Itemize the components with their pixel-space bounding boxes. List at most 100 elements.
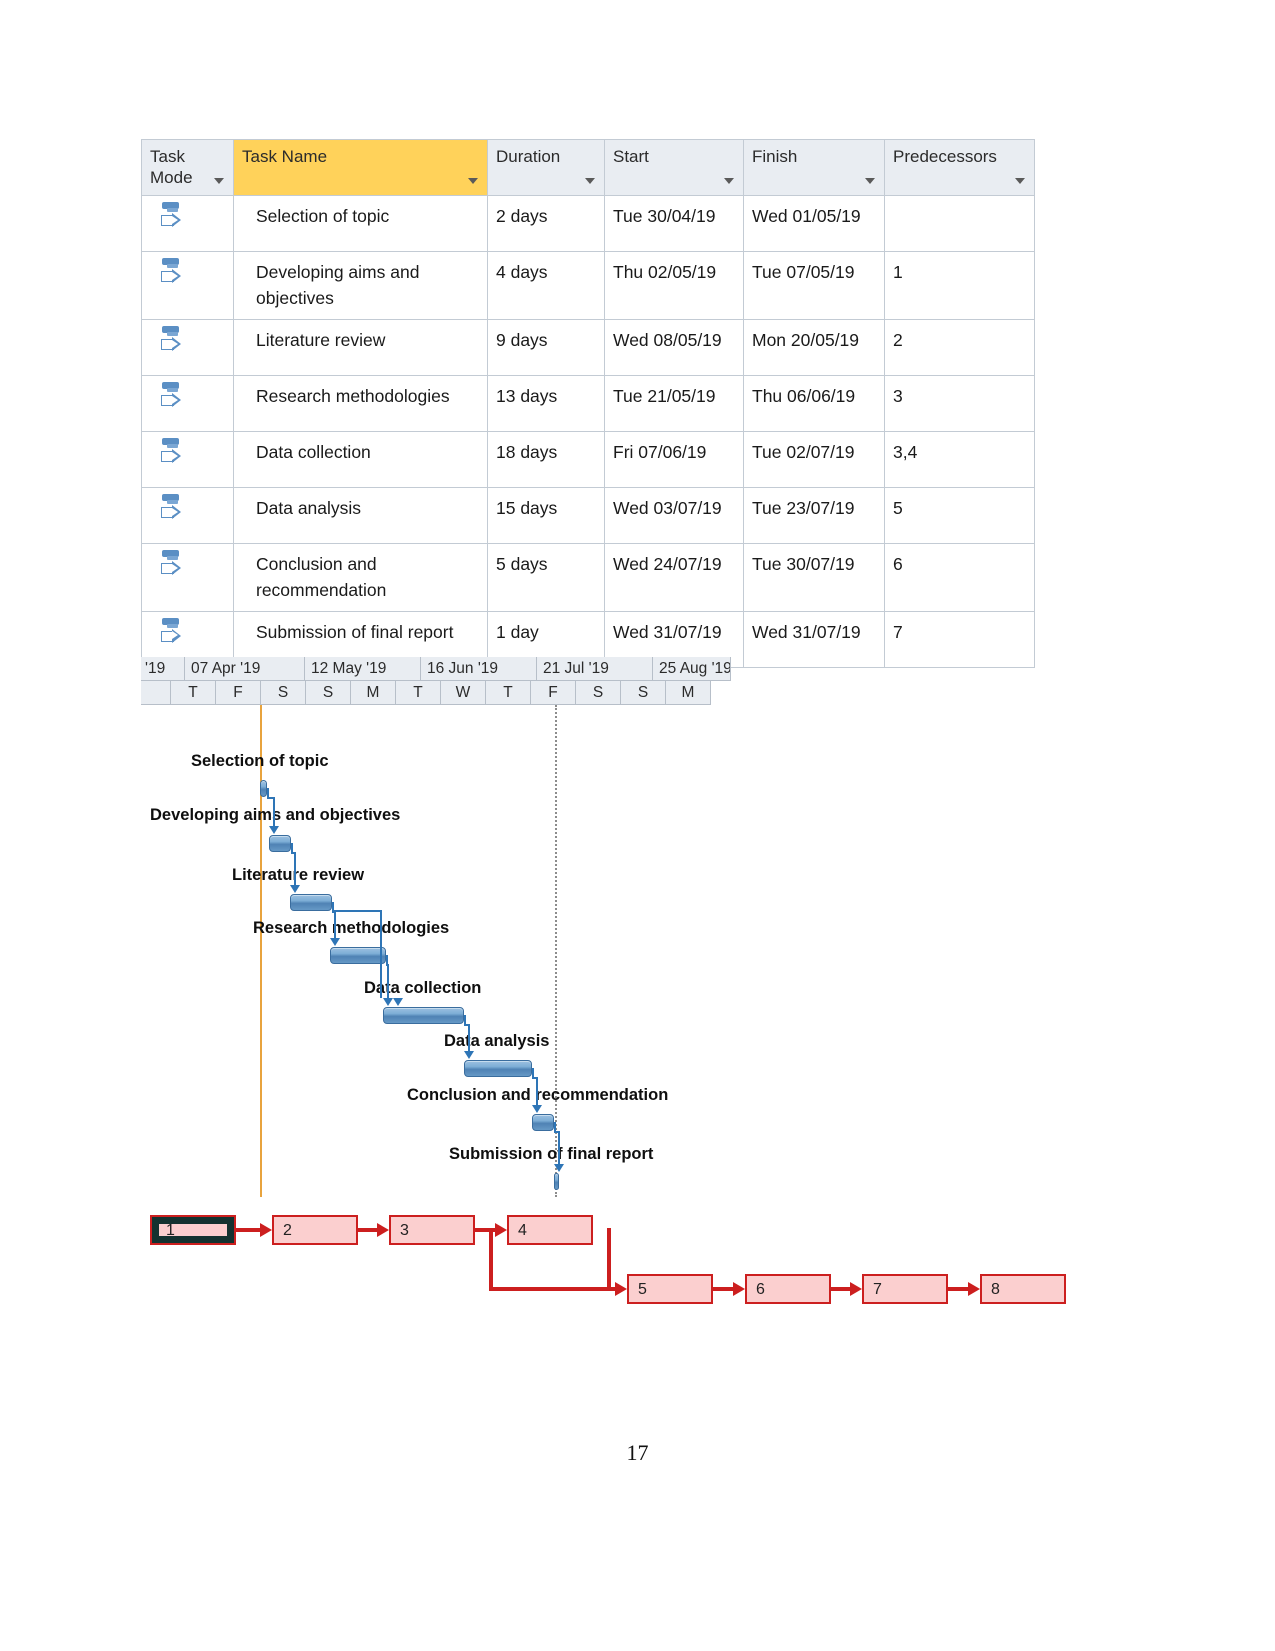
network-node[interactable]: 6: [745, 1274, 831, 1304]
network-edge-arrow: [968, 1282, 980, 1296]
gantt-link-arrow: [330, 938, 340, 946]
column-header-label: Task Name: [242, 147, 328, 166]
column-header-label: Predecessors: [893, 147, 997, 166]
cell-task-name[interactable]: Data collection: [233, 431, 488, 489]
task-table-header-row: Task Mode Task Name Duration Start Finis…: [141, 138, 1035, 197]
cell-duration[interactable]: 2 days: [487, 195, 605, 253]
column-header-duration[interactable]: Duration: [487, 138, 605, 197]
network-edge: [831, 1287, 850, 1291]
cell-duration[interactable]: 5 days: [487, 543, 605, 612]
cell-task-mode[interactable]: [141, 487, 234, 545]
gantt-bar-label: Conclusion and recommendation: [407, 1086, 669, 1104]
cell-task-name[interactable]: Developing aims and objectives: [233, 251, 488, 321]
cell-predecessors[interactable]: 3: [884, 375, 1035, 433]
timescale-major-cell: 21 Jul '19: [537, 657, 653, 681]
cell-start[interactable]: Fri 07/06/19: [604, 431, 744, 489]
cell-start[interactable]: Wed 03/07/19: [604, 487, 744, 545]
network-edge: [489, 1287, 615, 1291]
cell-task-name[interactable]: Conclusion and recommendation: [233, 543, 488, 612]
cell-predecessors[interactable]: 3,4: [884, 431, 1035, 489]
column-header-finish[interactable]: Finish: [743, 138, 885, 197]
gantt-link-arrow: [554, 1164, 564, 1172]
table-row[interactable]: Conclusion and recommendation 5 days Wed 2…: [141, 543, 1035, 612]
network-edge: [607, 1228, 611, 1287]
cell-task-mode[interactable]: [141, 251, 234, 321]
cell-finish[interactable]: Tue 07/05/19: [743, 251, 885, 321]
cell-finish[interactable]: Tue 30/07/19: [743, 543, 885, 612]
filter-dropdown-icon[interactable]: [724, 178, 734, 185]
cell-duration[interactable]: 9 days: [487, 319, 605, 377]
network-node[interactable]: 2: [272, 1215, 358, 1245]
column-header-task-mode[interactable]: Task Mode: [141, 138, 234, 197]
column-header-start[interactable]: Start: [604, 138, 744, 197]
cell-task-mode[interactable]: [141, 319, 234, 377]
auto-schedule-icon: [160, 258, 186, 288]
filter-dropdown-icon[interactable]: [585, 178, 595, 185]
cell-duration[interactable]: 13 days: [487, 375, 605, 433]
timescale-major-cell: '19: [141, 657, 185, 681]
cell-start[interactable]: Wed 08/05/19: [604, 319, 744, 377]
table-row[interactable]: Data analysis 15 days Wed 03/07/19 Tue 23/0…: [141, 487, 1035, 545]
column-header-predecessors[interactable]: Predecessors: [884, 138, 1035, 197]
gantt-bar[interactable]: [330, 947, 386, 964]
cell-duration[interactable]: 18 days: [487, 431, 605, 489]
cell-duration[interactable]: 4 days: [487, 251, 605, 321]
filter-dropdown-icon[interactable]: [865, 178, 875, 185]
gantt-bar[interactable]: [269, 835, 291, 852]
filter-dropdown-icon[interactable]: [214, 178, 224, 185]
table-row[interactable]: Research methodologies 13 days Tue 21/05/1…: [141, 375, 1035, 433]
cell-finish[interactable]: Wed 31/07/19: [743, 610, 885, 668]
cell-finish[interactable]: Tue 23/07/19: [743, 487, 885, 545]
cell-start[interactable]: Tue 30/04/19: [604, 195, 744, 253]
table-row[interactable]: Selection of topic 2 days Tue 30/04/19 Wed …: [141, 195, 1035, 253]
column-header-label: Finish: [752, 147, 798, 166]
network-edge: [489, 1228, 493, 1287]
cell-predecessors[interactable]: 2: [884, 319, 1035, 377]
auto-schedule-icon: [160, 382, 186, 412]
network-node[interactable]: 8: [980, 1274, 1066, 1304]
cell-finish[interactable]: Wed 01/05/19: [743, 195, 885, 253]
cell-duration[interactable]: 15 days: [487, 487, 605, 545]
network-node[interactable]: 4: [507, 1215, 593, 1245]
table-row[interactable]: Developing aims and objectives 4 days Thu …: [141, 251, 1035, 321]
network-node[interactable]: 7: [862, 1274, 948, 1304]
column-header-task-name[interactable]: Task Name: [233, 138, 488, 197]
gantt-bar[interactable]: [554, 1173, 559, 1190]
cell-predecessors[interactable]: [884, 195, 1035, 253]
cell-start[interactable]: Tue 21/05/19: [604, 375, 744, 433]
filter-dropdown-icon[interactable]: [468, 178, 478, 185]
cell-task-name[interactable]: Selection of topic: [233, 195, 488, 253]
gantt-timescale-minor: TFSSMTWTFSSM: [141, 681, 731, 705]
network-node[interactable]: 1: [150, 1215, 236, 1245]
cell-start[interactable]: Wed 24/07/19: [604, 543, 744, 612]
filter-dropdown-icon[interactable]: [1015, 178, 1025, 185]
gantt-bar[interactable]: [383, 1007, 464, 1024]
cell-task-name[interactable]: Data analysis: [233, 487, 488, 545]
gantt-link: [387, 964, 389, 999]
table-row[interactable]: Literature review 9 days Wed 08/05/19 Mon 2…: [141, 319, 1035, 377]
cell-task-mode[interactable]: [141, 375, 234, 433]
cell-predecessors[interactable]: 6: [884, 543, 1035, 612]
gantt-bar[interactable]: [532, 1114, 554, 1131]
gantt-bar[interactable]: [464, 1060, 532, 1077]
cell-predecessors[interactable]: 7: [884, 610, 1035, 668]
cell-task-name[interactable]: Literature review: [233, 319, 488, 377]
gantt-bar[interactable]: [260, 780, 267, 797]
gantt-link-arrow: [532, 1105, 542, 1113]
cell-task-mode[interactable]: [141, 195, 234, 253]
cell-finish[interactable]: Mon 20/05/19: [743, 319, 885, 377]
cell-task-mode[interactable]: [141, 431, 234, 489]
cell-finish[interactable]: Tue 02/07/19: [743, 431, 885, 489]
network-node[interactable]: 3: [389, 1215, 475, 1245]
gantt-bar[interactable]: [290, 894, 332, 911]
cell-predecessors[interactable]: 5: [884, 487, 1035, 545]
cell-predecessors[interactable]: 1: [884, 251, 1035, 321]
cell-start[interactable]: Thu 02/05/19: [604, 251, 744, 321]
table-row[interactable]: Data collection 18 days Fri 07/06/19 Tue 02…: [141, 431, 1035, 489]
cell-task-mode[interactable]: [141, 543, 234, 612]
cell-finish[interactable]: Thu 06/06/19: [743, 375, 885, 433]
timescale-minor-cell: S: [306, 681, 351, 705]
column-header-label: Task Mode: [150, 147, 193, 187]
cell-task-name[interactable]: Research methodologies: [233, 375, 488, 433]
network-node[interactable]: 5: [627, 1274, 713, 1304]
